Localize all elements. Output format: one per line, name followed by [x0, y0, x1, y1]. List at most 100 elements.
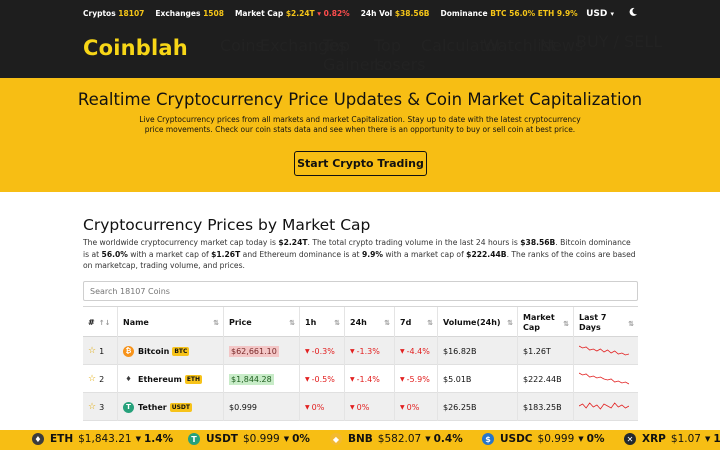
ethereum-icon: ♦ — [123, 373, 134, 385]
col-1h[interactable]: 1h ⇅ — [299, 307, 344, 338]
caret-down-icon: ▼ — [400, 347, 405, 355]
hero-title: Realtime Cryptocurrency Price Updates & … — [77, 90, 643, 109]
ticker-change: 0.4% — [433, 433, 463, 445]
sparkline-line — [579, 402, 629, 410]
sort-icon: ↑↓ — [98, 318, 111, 327]
summary-value: $222.44B — [466, 249, 507, 259]
col-name[interactable]: Name ⇅ — [117, 307, 223, 338]
col-volume-label: Volume(24h) — [443, 318, 501, 327]
col-price-label: Price — [229, 318, 252, 327]
coin-symbol: ETH — [184, 374, 203, 384]
hero-banner: Realtime Cryptocurrency Price Updates & … — [0, 78, 720, 192]
caret-down-icon: ▼ — [283, 435, 290, 443]
ticker-change: 1.3 — [713, 433, 720, 445]
ticker-symbol: USDT — [206, 433, 238, 445]
col-24h[interactable]: 24h ⇅ — [344, 307, 394, 338]
sort-icon: ⇅ — [213, 319, 219, 327]
star-icon[interactable]: ☆ — [88, 402, 96, 412]
ticker-item[interactable]: T USDT $0.999 ▼ 0% — [188, 433, 310, 445]
stat-volume-value: $38.56B — [394, 9, 430, 18]
summary-value: 56.0% — [101, 249, 128, 259]
ticker-item[interactable]: ♦ ETH $1,843.21 ▼ 1.4% — [32, 433, 173, 445]
site-header: Coinblah Coins Exchanges Top Gainers Top… — [0, 26, 720, 78]
col-price[interactable]: Price ⇅ — [223, 307, 299, 338]
change-d7: 0% — [406, 402, 420, 412]
logo[interactable]: Coinblah — [83, 36, 188, 60]
ticker-symbol: USDC — [500, 433, 533, 445]
caret-down-icon: ▼ — [350, 347, 355, 355]
summary-value: $1.26T — [211, 249, 241, 259]
col-rank[interactable]: # ↑↓ — [83, 307, 117, 338]
sparkline-chart — [579, 372, 629, 385]
currency-select[interactable]: USD ▾ — [586, 9, 614, 19]
chevron-down-icon: ▾ — [610, 9, 614, 18]
ticker-item[interactable]: $ USDC $0.999 ▼ 0% — [482, 433, 604, 445]
nav-coins[interactable]: Coins — [220, 36, 264, 55]
ticker-item[interactable]: ✕ XRP $1.07▼1.3 — [624, 433, 720, 445]
ethereum-icon: ♦ — [32, 433, 44, 445]
ticker-symbol: ETH — [50, 433, 74, 445]
coin-marketcap: $222.44B — [523, 374, 562, 384]
stat-marketcap-value: $2.24T — [285, 9, 315, 18]
caret-down-icon: ▼ — [305, 347, 310, 355]
ticker-price: $1,843.21 — [78, 433, 132, 445]
col-volume[interactable]: Volume(24h) ⇅ — [437, 307, 517, 338]
coin-name[interactable]: Ethereum — [138, 375, 182, 384]
ticker-item[interactable]: ◆ BNB $582.07 ▼ 0.4% — [330, 433, 463, 445]
coin-name[interactable]: Bitcoin — [138, 347, 169, 356]
summary-text: and Ethereum dominance is at — [240, 249, 362, 259]
stats-bar: Cryptos 18107 Exchanges 1508 Market Cap … — [0, 0, 720, 26]
table-row[interactable]: ☆ 2 ♦ Ethereum ETH $1,844.28 ▼ -0.5% ▼ -1.4% ▼ -5.9… — [83, 365, 638, 393]
change-h24: -1.3% — [356, 346, 380, 356]
bnb-icon: ◆ — [330, 433, 342, 445]
ticker-change: 0% — [586, 433, 605, 445]
change-h24: -1.4% — [356, 374, 380, 384]
caret-down-icon: ▼ — [400, 375, 405, 383]
col-last7days[interactable]: Last 7 Days ⇅ — [573, 307, 638, 338]
coin-name[interactable]: Tether — [138, 403, 167, 412]
rank: 3 — [99, 402, 105, 412]
table-row[interactable]: ☆ 3 T Tether USDT $0.999 ▼ 0% ▼ 0% ▼ 0% $26.25B $183.… — [83, 393, 638, 421]
col-name-label: Name — [123, 318, 149, 327]
ticker-price: $0.999 — [242, 433, 280, 445]
ticker-price: $582.07 — [377, 433, 422, 445]
stat-cryptos-value: 18107 — [118, 9, 145, 18]
stat-marketcap-change: ▾ 0.82% — [317, 9, 350, 18]
global-stats: Cryptos 18107 Exchanges 1508 Market Cap … — [83, 9, 578, 18]
search-input[interactable] — [83, 281, 638, 301]
nav-top-losers[interactable]: Top Losers — [374, 36, 426, 74]
sort-icon: ⇅ — [507, 319, 513, 327]
coin-symbol: USDT — [169, 402, 192, 412]
sort-icon: ⇅ — [289, 319, 295, 327]
sort-icon: ⇅ — [334, 319, 340, 327]
sort-icon: ⇅ — [427, 319, 433, 327]
coin-marketcap: $183.25B — [523, 402, 562, 412]
price-ticker: ♦ ETH $1,843.21 ▼ 1.4% T USDT $0.999 ▼ 0% ◆ BNB $582… — [0, 430, 720, 450]
coin-price: $1,844.28 — [229, 373, 274, 385]
stat-exchanges-label: Exchanges — [155, 9, 201, 18]
sort-icon: ⇅ — [384, 319, 390, 327]
summary-value: $2.24T — [278, 238, 308, 247]
star-icon[interactable]: ☆ — [88, 346, 96, 356]
usdc-icon: $ — [482, 433, 494, 445]
col-7d[interactable]: 7d ⇅ — [394, 307, 437, 338]
coin-volume: $26.25B — [443, 402, 477, 412]
table-row[interactable]: ☆ 1 ₿ Bitcoin BTC $62,661.10 ▼ -0.3% ▼ -1.3% ▼ -4.4… — [83, 337, 638, 365]
col-1h-label: 1h — [305, 318, 317, 327]
caret-down-icon: ▼ — [704, 435, 711, 443]
caret-down-icon: ▼ — [305, 375, 310, 383]
caret-down-icon: ▼ — [578, 435, 584, 443]
col-rank-label: # — [88, 318, 95, 327]
tether-icon: T — [123, 401, 134, 413]
coin-price: $0.999 — [229, 402, 257, 412]
col-marketcap[interactable]: Market Cap ⇅ — [517, 307, 573, 338]
change-d7: -4.4% — [406, 346, 430, 356]
coin-volume: $16.82B — [443, 346, 477, 356]
coin-price: $62,661.10 — [229, 345, 279, 357]
star-icon[interactable]: ☆ — [88, 374, 96, 384]
moon-icon[interactable] — [628, 7, 638, 20]
market-summary: The worldwide cryptocurrency market cap … — [83, 237, 638, 272]
start-trading-button[interactable]: Start Crypto Trading — [294, 151, 427, 176]
ticker-symbol: BNB — [348, 433, 373, 445]
buy-sell-button[interactable]: BUY / SELL — [576, 32, 662, 51]
